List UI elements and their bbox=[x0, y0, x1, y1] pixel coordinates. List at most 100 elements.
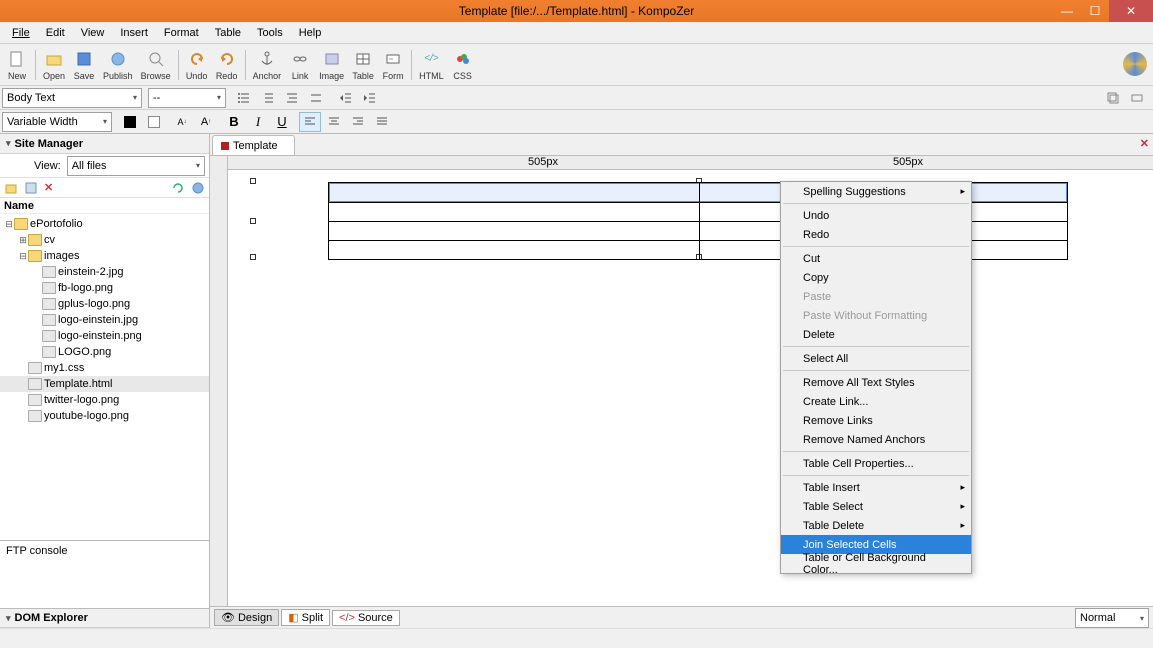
paragraph-select[interactable]: Body Text▾ bbox=[2, 88, 142, 108]
context-menu-item[interactable]: Table Select bbox=[781, 497, 971, 516]
context-menu-item[interactable]: Undo bbox=[781, 206, 971, 225]
image-button[interactable]: Image bbox=[315, 49, 348, 81]
tree-node[interactable]: LOGO.png bbox=[0, 344, 209, 360]
resize-handle[interactable] bbox=[250, 178, 256, 184]
html-button[interactable]: </>HTML bbox=[415, 49, 448, 81]
site-manager-header[interactable]: Site Manager bbox=[0, 134, 209, 154]
italic-button[interactable]: I bbox=[247, 112, 269, 132]
tree-node[interactable]: fb-logo.png bbox=[0, 280, 209, 296]
bg-color-button[interactable] bbox=[143, 112, 165, 132]
context-menu-item[interactable]: Table or Cell Background Color... bbox=[781, 554, 971, 573]
context-menu-item[interactable]: Cut bbox=[781, 249, 971, 268]
underline-button[interactable]: U bbox=[271, 112, 293, 132]
undo-button[interactable]: Undo bbox=[182, 49, 212, 81]
decrease-font-button[interactable]: A↓ bbox=[171, 112, 193, 132]
outdent-button[interactable] bbox=[335, 88, 357, 108]
font-select[interactable]: Variable Width▾ bbox=[2, 112, 112, 132]
numbered-list-button[interactable] bbox=[257, 88, 279, 108]
save-button[interactable]: Save bbox=[69, 49, 99, 81]
design-view-tab[interactable]: 👁Design bbox=[214, 609, 279, 626]
tree-node[interactable]: logo-einstein.jpg bbox=[0, 312, 209, 328]
menu-table[interactable]: Table bbox=[207, 25, 249, 41]
resize-handle[interactable] bbox=[250, 218, 256, 224]
context-menu-item[interactable]: Table Delete bbox=[781, 516, 971, 535]
menu-format[interactable]: Format bbox=[156, 25, 207, 41]
align-justify-button[interactable] bbox=[371, 112, 393, 132]
menu-help[interactable]: Help bbox=[291, 25, 330, 41]
source-view-tab[interactable]: </>Source bbox=[332, 610, 400, 626]
layer-button[interactable] bbox=[1102, 88, 1124, 108]
edit-surface[interactable] bbox=[228, 170, 1153, 606]
context-menu-item[interactable]: Create Link... bbox=[781, 392, 971, 411]
split-view-tab[interactable]: ◧Split bbox=[281, 609, 330, 626]
menu-tools[interactable]: Tools bbox=[249, 25, 291, 41]
css-button[interactable]: CSS bbox=[448, 49, 478, 81]
menu-insert[interactable]: Insert bbox=[112, 25, 156, 41]
tree-twist-icon[interactable]: ⊞ bbox=[18, 235, 28, 246]
resize-handle[interactable] bbox=[250, 254, 256, 260]
bold-button[interactable]: B bbox=[223, 112, 245, 132]
remove-site-icon[interactable]: ✕ bbox=[44, 181, 53, 194]
close-button[interactable]: ✕ bbox=[1109, 0, 1153, 22]
column-divider[interactable] bbox=[699, 183, 700, 259]
tree-node[interactable]: ⊟ePortofolio bbox=[0, 216, 209, 232]
new-button[interactable]: New bbox=[2, 49, 32, 81]
anchor-button[interactable]: Anchor bbox=[249, 49, 286, 81]
increase-font-button[interactable]: A↑ bbox=[195, 112, 217, 132]
context-menu-item[interactable]: Table Insert bbox=[781, 478, 971, 497]
tree-node[interactable]: gplus-logo.png bbox=[0, 296, 209, 312]
tree-node[interactable]: einstein-2.jpg bbox=[0, 264, 209, 280]
zoom-select[interactable]: Normal▾ bbox=[1075, 608, 1149, 628]
table-button[interactable]: Table bbox=[348, 49, 378, 81]
context-menu-item[interactable]: Delete bbox=[781, 325, 971, 344]
name-column-header[interactable]: Name bbox=[0, 198, 209, 214]
edit-site-icon[interactable] bbox=[24, 181, 38, 195]
minimize-button[interactable]: — bbox=[1053, 0, 1081, 22]
publish-button[interactable]: Publish bbox=[99, 49, 137, 81]
text-color-button[interactable] bbox=[119, 112, 141, 132]
context-menu-item[interactable]: Redo bbox=[781, 225, 971, 244]
align-left-button[interactable] bbox=[299, 112, 321, 132]
context-menu-item[interactable]: Remove Links bbox=[781, 411, 971, 430]
tree-node[interactable]: ⊞cv bbox=[0, 232, 209, 248]
tree-node[interactable]: twitter-logo.png bbox=[0, 392, 209, 408]
context-menu-item[interactable]: Remove All Text Styles bbox=[781, 373, 971, 392]
tree-node[interactable]: Template.html bbox=[0, 376, 209, 392]
view-select[interactable]: All files▾ bbox=[67, 156, 205, 176]
context-menu-item[interactable]: Remove Named Anchors bbox=[781, 430, 971, 449]
tree-node[interactable]: logo-einstein.png bbox=[0, 328, 209, 344]
align-right-button[interactable] bbox=[347, 112, 369, 132]
bullet-list-button[interactable] bbox=[233, 88, 255, 108]
context-menu-item[interactable]: Spelling Suggestions bbox=[781, 182, 971, 201]
tab-close-button[interactable]: ✕ bbox=[1140, 137, 1149, 150]
def-list-button[interactable] bbox=[281, 88, 303, 108]
open-button[interactable]: Open bbox=[39, 49, 69, 81]
align-center-button[interactable] bbox=[323, 112, 345, 132]
class-select[interactable]: --▾ bbox=[148, 88, 226, 108]
tree-node[interactable]: ⊟images bbox=[0, 248, 209, 264]
indent-button[interactable] bbox=[359, 88, 381, 108]
context-menu-item[interactable]: Table Cell Properties... bbox=[781, 454, 971, 473]
def-term-button[interactable] bbox=[305, 88, 327, 108]
link-button[interactable]: Link bbox=[285, 49, 315, 81]
tree-node[interactable]: my1.css bbox=[0, 360, 209, 376]
globe-icon[interactable] bbox=[1123, 52, 1147, 76]
maximize-button[interactable]: ☐ bbox=[1081, 0, 1109, 22]
menu-file[interactable]: File bbox=[4, 25, 38, 41]
redo-button[interactable]: Redo bbox=[212, 49, 242, 81]
direction-button[interactable] bbox=[1126, 88, 1148, 108]
globe-small-icon[interactable] bbox=[191, 181, 205, 195]
tree-twist-icon[interactable]: ⊟ bbox=[4, 219, 14, 230]
form-button[interactable]: Form bbox=[378, 49, 408, 81]
tab-template[interactable]: Template bbox=[212, 135, 295, 155]
context-menu-item[interactable]: Select All bbox=[781, 349, 971, 368]
tree-node[interactable]: youtube-logo.png bbox=[0, 408, 209, 424]
context-menu-item[interactable]: Copy bbox=[781, 268, 971, 287]
browse-button[interactable]: Browse bbox=[137, 49, 175, 81]
menu-edit[interactable]: Edit bbox=[38, 25, 73, 41]
dom-explorer-header[interactable]: DOM Explorer bbox=[0, 608, 209, 628]
tree-twist-icon[interactable]: ⊟ bbox=[18, 251, 28, 262]
new-site-icon[interactable] bbox=[4, 181, 18, 195]
refresh-icon[interactable] bbox=[171, 181, 185, 195]
menu-view[interactable]: View bbox=[73, 25, 113, 41]
